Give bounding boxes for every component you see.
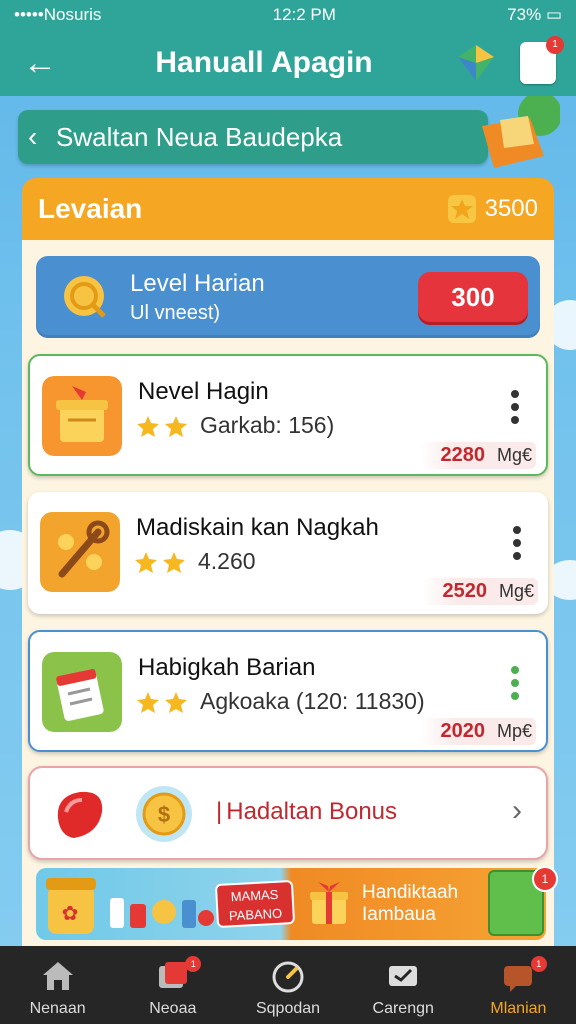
nav-badge: 1 [185,956,202,972]
nav-label: Sqpodan [255,1000,321,1017]
svg-text:$: $ [158,802,170,827]
battery-percent: 73% [507,5,542,24]
quest-reward: 2020 Mp€ [420,718,536,745]
quest-card[interactable]: Nevel Hagin Garkab: 156) 2280 Mg€ [28,354,548,476]
coin-amount: 3500 [484,195,538,222]
back-arrow-icon[interactable]: ← [20,43,60,83]
promo-text-line2: Iambaua [362,904,436,925]
magnifier-coin-icon [64,276,106,318]
gift-icon [310,882,348,924]
timer-icon [272,961,304,993]
page-title: Hanuall Apagin [155,46,373,79]
quest-reward: 2280 Mg€ [420,442,536,469]
status-bar: •••••Nosuris 12:2 PM 73% ▭ [0,0,576,30]
reward-amount: 2020 [440,720,485,742]
wrench-icon [40,512,120,592]
ruby-gem-icon [57,791,103,838]
nav-item-ticket[interactable]: Carengn [346,946,461,1024]
section-banner-text: Swaltan Neua Baudepka [56,121,343,152]
section-banner[interactable]: ‹ Swaltan Neua Baudepka [18,110,488,164]
quest-card[interactable]: Habigkah Barian Agkoaka (120: 11830) 202… [28,630,548,752]
gem-icon[interactable] [454,41,498,85]
reward-unit: Mg€ [498,581,534,601]
reward-amount: 2520 [442,580,487,602]
levels-panel-header: Levaian 3500 [22,178,554,240]
calendar-icon [42,652,122,732]
promo-tag: MAMAS PABANO [214,879,296,929]
level-subtitle: Ul vneest) [130,301,221,324]
svg-text:✿: ✿ [62,901,79,925]
carrier-label: •••••Nosuris [14,5,102,24]
dollar-coin-icon: $ [136,786,192,842]
home-icon [42,962,73,990]
promo-banner[interactable]: ✿ MAMAS PABANO Handiktaah Iambaua [36,868,546,940]
nav-item-cards[interactable]: 1 Neoaa [115,946,230,1024]
quest-reward: 2520 Mg€ [422,578,538,605]
promo-text: Handiktaah Iambaua [362,882,458,926]
nav-badge: 1 [530,956,547,972]
nav-item-chat[interactable]: 1 Mlanian [461,946,576,1024]
promo-text-line1: Handiktaah [362,882,459,903]
level-card: Level Harian Ul vneest) 300 [36,256,540,338]
level-claim-button[interactable]: 300 [418,272,528,322]
notification-badge: 1 [546,36,564,54]
nav-label: Carengn [372,1000,434,1017]
star-rating-icon [137,692,187,713]
quest-subtitle: Garkab: 156) [200,412,335,438]
quest-card[interactable]: Madiskain kan Nagkah 4.260 2520 Mg€ [28,492,548,614]
reward-unit: Mg€ [496,445,532,465]
nav-item-home[interactable]: Nenaan [0,946,115,1024]
inbox-icon[interactable]: 1 [520,36,564,84]
promo-badge: 1 [532,866,558,892]
star-rating-icon [137,416,187,437]
more-options-icon[interactable] [510,666,520,700]
bottom-nav: Nenaan 1 Neoaa Sqpodan Carengn 1 Mlanian [0,946,576,1024]
app-header: ← Hanuall Apagin 1 [0,30,576,96]
battery-icon: ▭ [545,5,562,24]
chevron-left-icon: ‹ [28,121,38,152]
coin-balance: 3500 [447,194,538,224]
nav-label: Mlanian [490,1000,547,1017]
toys-icon [110,898,214,928]
level-text: Level Harian Ul vneest) [130,270,265,325]
quest-title: Nevel Hagin [138,378,269,405]
bonus-row[interactable]: $ Hadaltan Bonus › [28,766,548,860]
nav-item-timer[interactable]: Sqpodan [230,946,345,1024]
gift-box-icon [42,376,122,456]
bonus-label: Hadaltan Bonus [216,798,397,826]
more-options-icon[interactable] [510,390,520,424]
more-options-icon[interactable] [512,526,522,560]
quest-subtitle: Agkoaka (120: 11830) [200,688,425,714]
level-title: Level Harian [130,269,265,297]
quest-title: Madiskain kan Nagkah [136,514,379,541]
chevron-right-icon: › [512,794,522,827]
panel-title: Levaian [38,193,143,224]
treasure-jar-icon: ✿ [46,878,96,934]
reward-unit: Mp€ [496,721,532,741]
quest-subtitle: 4.260 [198,548,256,574]
star-coin-icon [447,195,476,223]
nav-label: Neoaa [149,1000,197,1017]
box-decoration-icon [482,96,560,168]
battery-label: 73% ▭ [507,5,562,25]
quest-title: Habigkah Barian [138,654,316,681]
star-rating-icon [135,552,185,573]
nav-label: Nenaan [29,1000,86,1017]
clock: 12:2 PM [272,5,336,24]
reward-amount: 2280 [440,444,485,466]
ticket-icon [389,966,418,986]
